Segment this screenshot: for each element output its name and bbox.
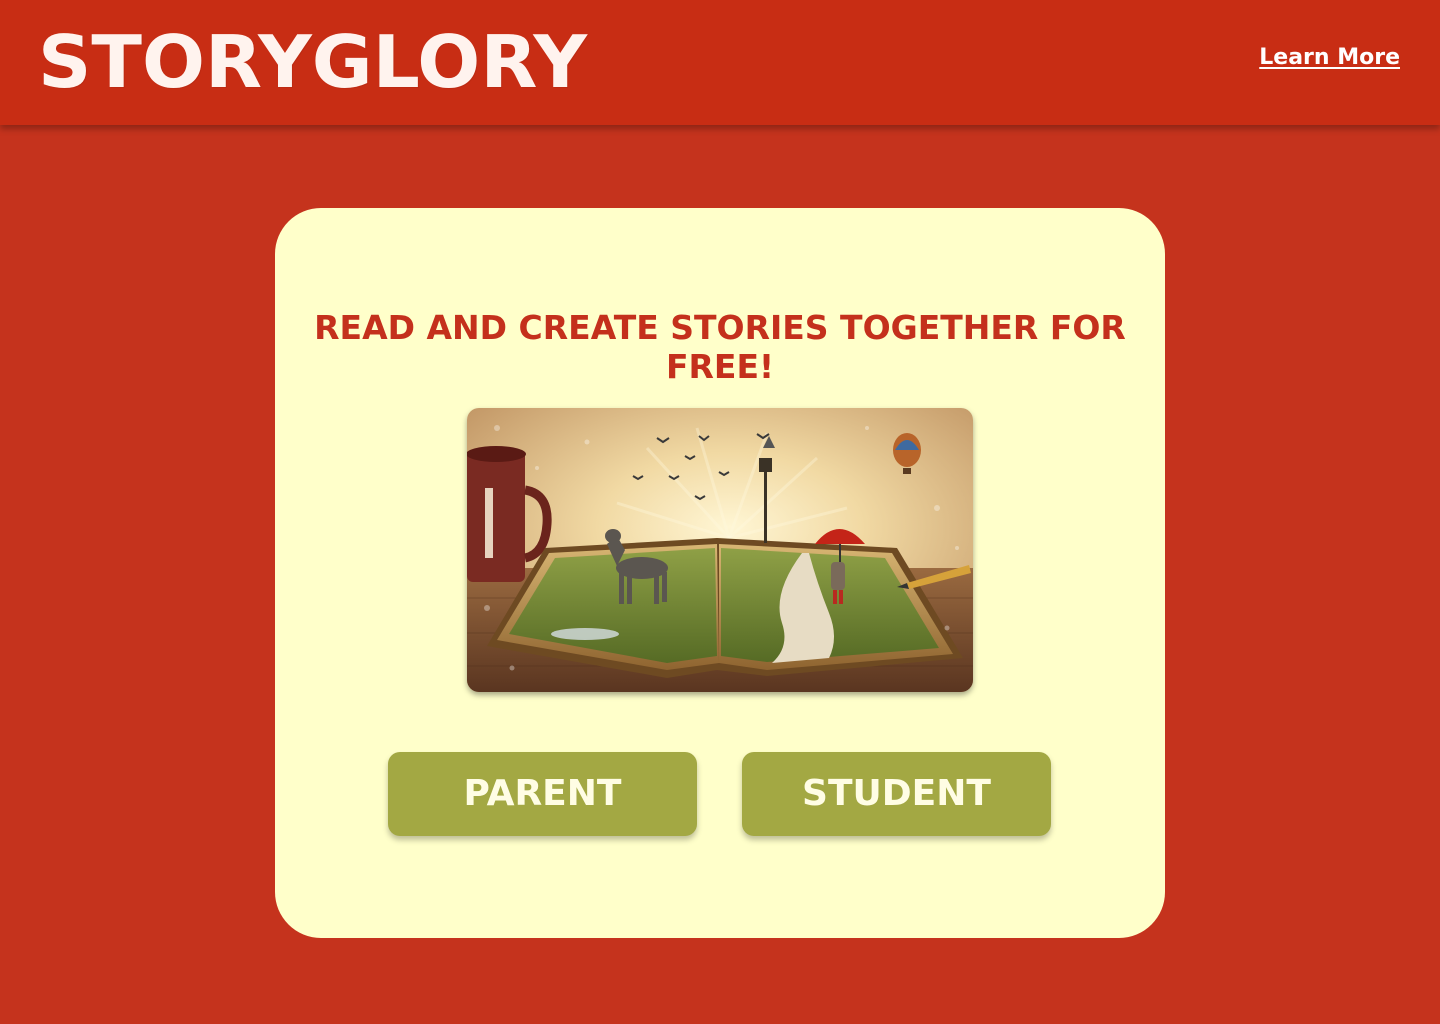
site-logo[interactable]: STORYGLORY bbox=[38, 22, 587, 102]
parent-button[interactable]: PARENT bbox=[388, 752, 697, 836]
top-header: STORYGLORY Learn More bbox=[0, 0, 1440, 125]
student-button[interactable]: STUDENT bbox=[742, 752, 1051, 836]
welcome-card: READ AND CREATE STORIES TOGETHER FOR FRE… bbox=[275, 208, 1165, 938]
tagline-heading: READ AND CREATE STORIES TOGETHER FOR FRE… bbox=[314, 308, 1126, 386]
learn-more-link[interactable]: Learn More bbox=[1259, 45, 1400, 70]
hero-illustration bbox=[467, 408, 973, 692]
